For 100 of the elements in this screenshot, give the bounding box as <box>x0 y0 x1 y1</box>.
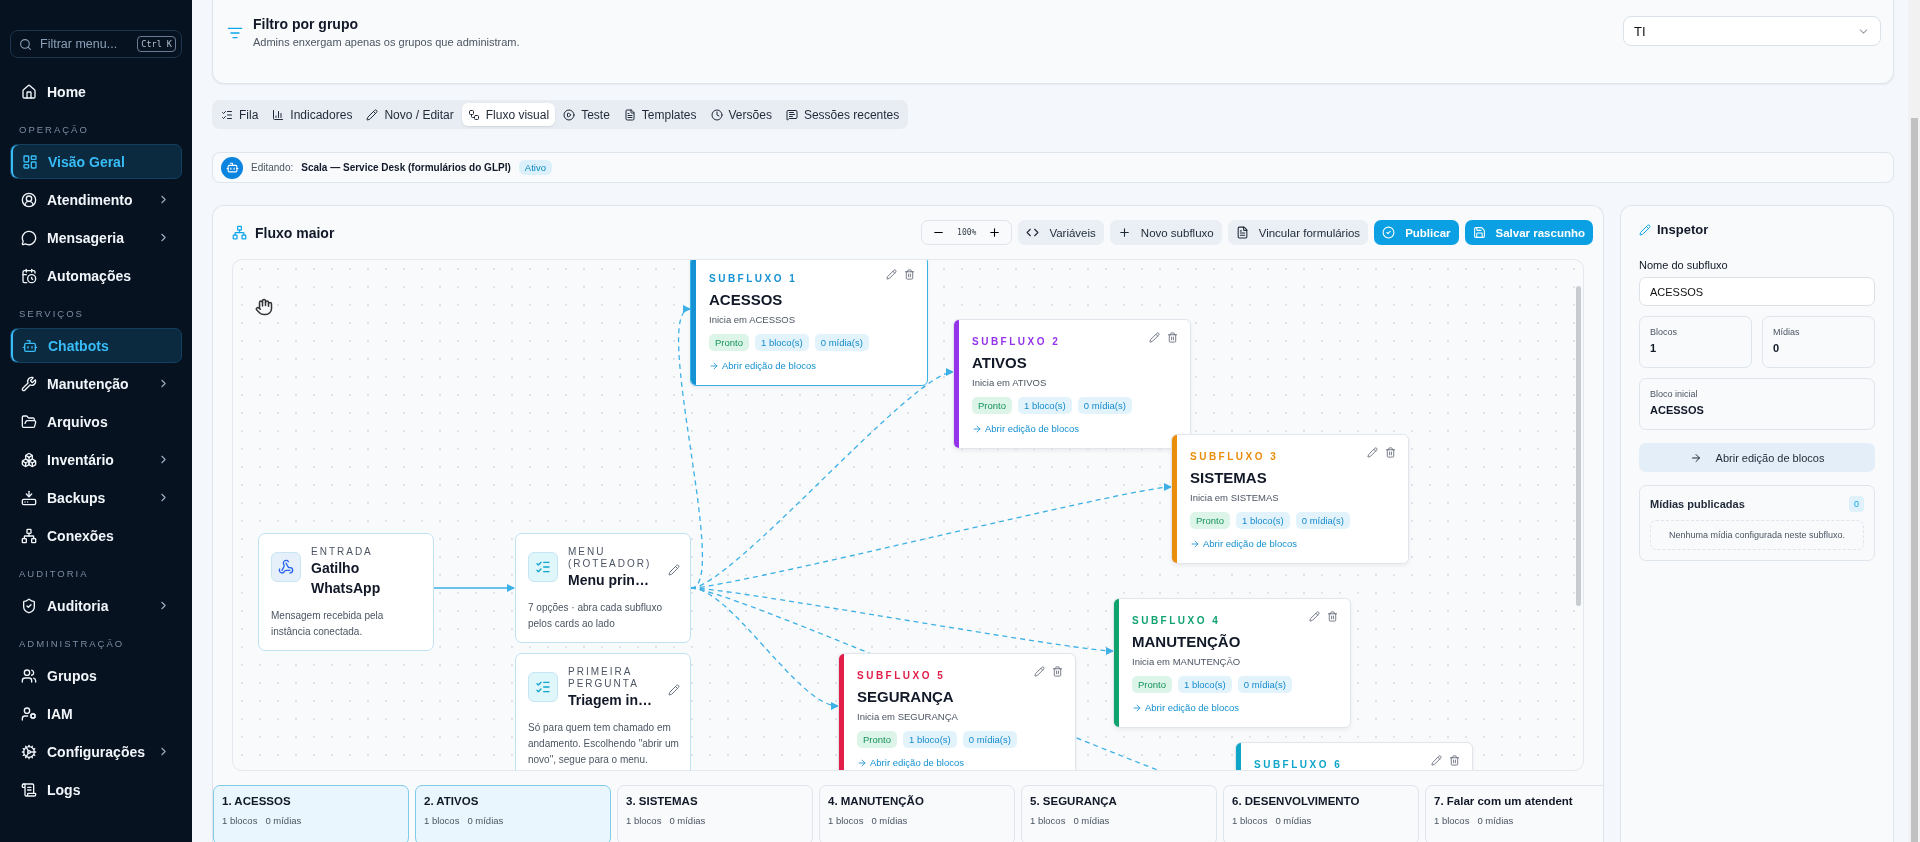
search-field[interactable]: Filtrar menu... Ctrl K <box>10 30 182 58</box>
open-blocks-link[interactable]: Abrir edição de blocos <box>972 423 1079 434</box>
stat-value: 0 <box>1773 342 1781 354</box>
sidebar-item[interactable]: Grupos <box>10 658 182 693</box>
media-count: 0 mídias <box>871 815 908 826</box>
robot-icon <box>22 337 38 354</box>
open-blocks-link[interactable]: Abrir edição de blocos <box>709 360 816 371</box>
media-chip: 0 mídia(s) <box>962 731 1017 748</box>
media-chip: 0 mídia(s) <box>1237 676 1292 693</box>
flow-node[interactable]: PRIMEIRA PERGUNTA Triagem in… Só para quem tem chamado em andamento. Escolhendo "abrir um novo", segue para o menu. <box>515 653 691 770</box>
subflow-start: Inicia em ATIVOS <box>972 377 1048 388</box>
subflow-tab[interactable]: 7. Falar com um atendent 1 blocos 0 mídias <box>1425 785 1603 842</box>
arrow-right-icon <box>709 360 719 371</box>
inspector-title: Inspetor <box>1657 222 1709 237</box>
name-input[interactable]: ACESSOS <box>1639 277 1875 306</box>
checklist-icon <box>535 679 551 695</box>
sidebar-item[interactable]: Mensageria <box>10 220 182 255</box>
trash-icon <box>1327 611 1338 622</box>
sidebar-item[interactable]: IAM <box>10 696 182 731</box>
sidebar-item[interactable]: Chatbots <box>10 328 182 363</box>
open-blocks-button[interactable]: Abrir edição de blocos <box>1639 443 1875 472</box>
subflow-card[interactable]: SUBFLUXO 2 ATIVOS Inicia em ATIVOS Pronto 1 bloco(s) 0 mídia(s) Abrir edição de blocos <box>953 319 1191 449</box>
subflow-card[interactable]: SUBFLUXO 3 SISTEMAS Inicia em SISTEMAS Pronto 1 bloco(s) 0 mídia(s) Abrir edição de blocos <box>1171 434 1409 564</box>
code-icon <box>1026 226 1040 239</box>
flow-node[interactable]: ENTRADA Gatilho WhatsApp Mensagem recebida pela instância conectada. <box>258 533 434 651</box>
toolbar-button[interactable]: Variáveis <box>1018 220 1104 245</box>
open-blocks-link[interactable]: Abrir edição de blocos <box>857 757 964 768</box>
tab[interactable]: Sessões recentes <box>779 103 906 126</box>
tab[interactable]: Templates <box>617 103 703 126</box>
arrow-right-icon <box>1132 702 1142 713</box>
pencil-icon <box>1639 223 1651 236</box>
edit-icon <box>886 269 897 280</box>
sidebar-item[interactable]: Arquivos <box>10 404 182 439</box>
media-chip: 0 mídia(s) <box>1077 397 1132 414</box>
tab[interactable]: Fila <box>215 103 265 126</box>
plus-icon <box>1117 226 1131 239</box>
clock-icon <box>710 108 723 121</box>
arrow-right-icon <box>1190 538 1200 549</box>
subflow-number: SUBFLUXO 4 <box>1132 615 1221 626</box>
zoom-in-button[interactable] <box>988 226 1002 239</box>
tab[interactable]: Teste <box>557 103 616 126</box>
scrollbar[interactable] <box>1576 286 1581 606</box>
sidebar-item[interactable]: Logs <box>10 772 182 807</box>
shield-check-icon <box>21 597 37 614</box>
count-badge: 0 <box>1849 496 1864 512</box>
sidebar-item[interactable]: Conexões <box>10 518 182 553</box>
filter-subtitle: Admins enxergam apenas os grupos que administram. <box>253 36 520 48</box>
tab[interactable]: Versões <box>704 103 778 126</box>
subflow-tab[interactable]: 3. SISTEMAS 1 blocos 0 mídias <box>617 785 813 842</box>
tab[interactable]: Novo / Editar <box>360 103 460 126</box>
blocks-chip: 1 bloco(s) <box>1236 512 1290 529</box>
search-input[interactable]: Filtrar menu... <box>38 36 132 52</box>
edit-icon <box>1149 332 1160 343</box>
robot-icon <box>221 156 243 179</box>
subflow-card[interactable]: SUBFLUXO 4 MANUTENÇÃO Inicia em MANUTENÇÃO Pronto 1 bloco(s) 0 mídia(s) Abrir edição de blocos <box>1113 598 1351 728</box>
wrench-icon <box>21 375 37 392</box>
subflow-tab[interactable]: 2. ATIVOS 1 blocos 0 mídias <box>415 785 611 842</box>
sidebar-item[interactable]: Configurações <box>10 734 182 769</box>
blocks-count: 1 blocos <box>222 815 258 826</box>
status-chip: Pronto <box>709 334 749 351</box>
sidebar-item[interactable]: Home <box>10 74 182 109</box>
sidebar-item[interactable]: Atendimento <box>10 182 182 217</box>
node-description: 7 opções · abra cada subfluxo pelos cards ao lado <box>528 601 663 631</box>
group-select[interactable]: TI <box>1623 16 1881 46</box>
scroll-icon <box>21 781 37 798</box>
subflow-tab[interactable]: 6. DESENVOLVIMENTO 1 blocos 0 mídias <box>1223 785 1419 842</box>
tab[interactable]: Indicadores <box>266 103 359 126</box>
subflow-card[interactable]: SUBFLUXO 5 SEGURANÇA Inicia em SEGURANÇA Pronto 1 bloco(s) 0 mídia(s) Abrir edição de blocos <box>838 653 1076 770</box>
blocks-chip: 1 bloco(s) <box>755 334 809 351</box>
sidebar-item[interactable]: Automações <box>10 258 182 293</box>
sidebar-item[interactable]: Backups <box>10 480 182 515</box>
users-icon <box>21 667 37 684</box>
filter-title: Filtro por grupo <box>253 16 359 32</box>
section-heading: ADMINISTRAÇÃO <box>18 637 126 651</box>
subflow-tab[interactable]: 4. MANUTENÇÃO 1 blocos 0 mídias <box>819 785 1015 842</box>
stat-label: Mídias <box>1773 327 1801 337</box>
toolbar-button[interactable]: Novo subfluxo <box>1109 220 1222 245</box>
toolbar-button[interactable]: Vincular formulários <box>1227 220 1369 245</box>
media-chip: 0 mídia(s) <box>814 334 869 351</box>
sidebar-item[interactable]: Auditoria <box>10 588 182 623</box>
status-chip: Pronto <box>1132 676 1172 693</box>
user-gear-icon <box>21 705 37 722</box>
trash-icon <box>904 269 915 280</box>
page-scrollbar[interactable] <box>1910 118 1918 842</box>
check-circle-icon <box>1382 226 1396 239</box>
open-blocks-link[interactable]: Abrir edição de blocos <box>1132 702 1239 713</box>
blocks-count: 1 blocos <box>1232 815 1268 826</box>
subflow-tab[interactable]: 1. ACESSOS 1 blocos 0 mídias <box>213 785 409 842</box>
open-blocks-link[interactable]: Abrir edição de blocos <box>1190 538 1297 549</box>
subflow-title: MANUTENÇÃO <box>1132 633 1242 650</box>
edit-icon <box>668 684 680 696</box>
sidebar-item[interactable]: Inventário <box>10 442 182 477</box>
flow-node[interactable]: MENU (ROTEADOR) Menu prin… 7 opções · abra cada subfluxo pelos cards ao lado <box>515 533 691 643</box>
tab[interactable]: Fluxo visual <box>461 103 556 126</box>
sidebar-item[interactable]: Manutenção <box>10 366 182 401</box>
subflow-tab[interactable]: 5. SEGURANÇA 1 blocos 0 mídias <box>1021 785 1217 842</box>
blocks-count: 1 blocos <box>626 815 662 826</box>
stat-value: 1 <box>1650 342 1658 354</box>
sidebar-item[interactable]: Visão Geral <box>10 144 182 179</box>
subflow-card[interactable]: SUBFLUXO 1 ACESSOS Inicia em ACESSOS Pronto 1 bloco(s) 0 mídia(s) Abrir edição de blocos <box>690 260 928 386</box>
